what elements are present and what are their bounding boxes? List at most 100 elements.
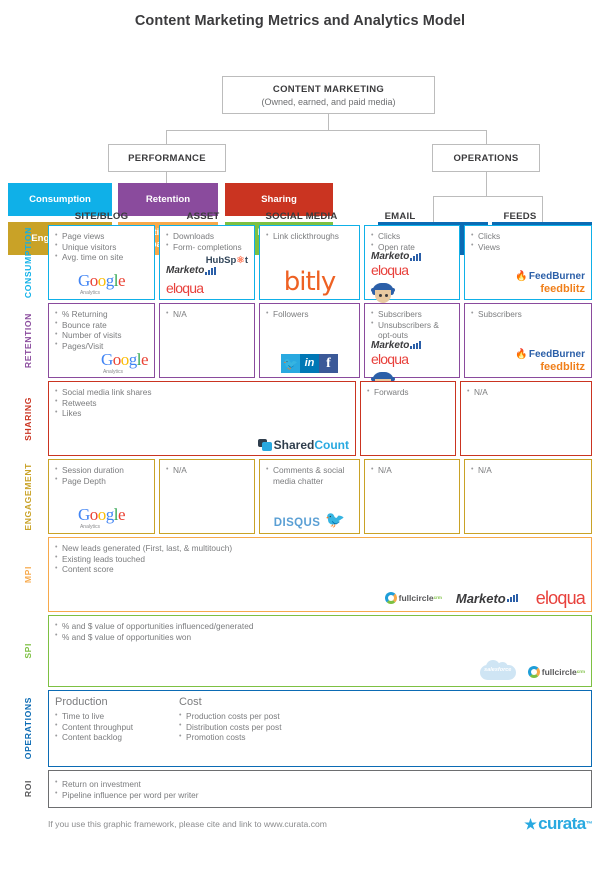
cell-mpi[interactable]: New leads generated (First, last, & mult… <box>48 537 592 612</box>
row-label-engagement-text: ENGAGEMENT <box>23 462 33 531</box>
page-title: Content Marketing Metrics and Analytics … <box>134 13 466 29</box>
row-label-mpi: MPI <box>8 537 48 612</box>
cell-roi[interactable]: Return on investment Pipeline influence … <box>48 770 592 808</box>
row-label-sharing: SHARING <box>8 381 48 456</box>
list-item: Downloads <box>166 231 248 242</box>
list-item: Content score <box>55 564 585 575</box>
list-item: Retweets <box>55 397 349 409</box>
column-header-social-media: SOCIAL MEDIA <box>265 211 338 222</box>
google-analytics-logo: Go o g l e Analytics <box>77 271 126 296</box>
list-item: Unique visitors <box>55 241 148 253</box>
list-item: N/A <box>467 387 585 398</box>
list-item: N/A <box>166 309 248 320</box>
eloqua-logo: eloqua <box>371 350 409 367</box>
cell-sharing-email[interactable]: Forwards <box>360 381 456 456</box>
logo-group: HubSp ⚛ t <box>166 254 248 266</box>
footer-citation-note: If you use this graphic framework, pleas… <box>48 819 327 829</box>
eloqua-logo: eloqua <box>535 588 586 608</box>
column-header-asset: ASSET <box>186 211 220 222</box>
google-analytics-logo: Go o g l e Analytics <box>77 505 126 530</box>
cell-consumption-email[interactable]: Clicks Open rate Marketo eloqua MailChim… <box>364 225 460 309</box>
cell-retention-email[interactable]: Subscribers Unsubscribers & opt-outs Mar… <box>364 303 460 397</box>
column-header-email: EMAIL <box>384 211 416 222</box>
cell-retention-site[interactable]: % Returning Bounce rate Number of visits… <box>48 303 155 378</box>
row-label-consumption-text: CONSUMPTION <box>23 226 33 299</box>
logo-group: Shared Count <box>55 439 349 451</box>
curata-wordmark: curata <box>538 814 586 833</box>
cell-spi[interactable]: % and $ value of opportunities influence… <box>48 615 592 687</box>
logo-group: 🔥 FeedBurner feedblitz <box>471 350 585 373</box>
cell-engagement-feeds[interactable]: N/A <box>464 459 592 534</box>
list-item: N/A <box>371 465 453 476</box>
list-item: Time to live <box>55 711 133 722</box>
connector-operations-down <box>486 172 487 196</box>
connector-performance-down <box>166 172 167 183</box>
matrix-row-roi: ROI Return on investment Pipeline influe… <box>8 770 592 808</box>
hubspot-logo: HubSp ⚛ t <box>205 254 248 266</box>
cell-consumption-social[interactable]: Link clickthroughs bitly <box>259 225 360 300</box>
cell-engagement-asset[interactable]: N/A <box>159 459 255 534</box>
fullcircle-logo: fullcircle crm <box>384 592 442 604</box>
list-item: Return on investment <box>55 778 585 790</box>
org-node-performance: PERFORMANCE <box>108 144 226 172</box>
list-item: Session duration <box>55 465 148 476</box>
logo-group: Marketo eloqua <box>166 266 248 295</box>
marketo-logo: Marketo <box>371 340 425 351</box>
marketo-logo: Marketo <box>371 252 425 262</box>
feedblitz-logo: feedblitz <box>540 361 585 373</box>
cell-engagement-site[interactable]: Session duration Page Depth GoogleAnalyt… <box>48 459 155 534</box>
cell-operations[interactable]: Production Time to live Content throughp… <box>48 690 592 767</box>
cell-consumption-asset[interactable]: Downloads Form- completions HubSp⚛t Mark… <box>159 225 255 300</box>
logo-group: Go o g l e Analytics <box>55 271 148 296</box>
list-item: Likes <box>55 408 349 419</box>
list-item: Subscribers <box>471 309 585 320</box>
org-node-content-marketing-subtitle: (Owned, earned, and paid media) <box>261 96 396 107</box>
list-item: Followers <box>266 309 353 320</box>
org-node-content-marketing: CONTENT MARKETING (Owned, earned, and pa… <box>222 76 435 114</box>
org-node-performance-label: PERFORMANCE <box>128 152 206 164</box>
logo-group: 🔥 FeedBurner feedblitz <box>471 272 585 295</box>
list-item: Page Depth <box>55 475 148 487</box>
twitter-icon: 🐦 <box>281 354 300 373</box>
cell-retention-asset[interactable]: N/A <box>159 303 255 378</box>
curata-logo[interactable]: ★ curata ™ <box>524 814 592 834</box>
list-item: % Returning <box>55 309 148 320</box>
list-item: Form- completions <box>166 241 248 253</box>
salesforce-logo: salesforce <box>479 660 516 682</box>
cell-sharing-merged[interactable]: Social media link shares Retweets Likes … <box>48 381 356 456</box>
operations-cost-column: Cost Production costs per post Distribut… <box>179 696 281 743</box>
logo-group: 🐦 in f <box>266 354 353 373</box>
row-label-engagement: ENGAGEMENT <box>8 459 48 534</box>
cell-retention-social[interactable]: Followers 🐦 in f <box>259 303 360 378</box>
list-item: Views <box>471 241 585 253</box>
star-icon: ★ <box>524 815 537 832</box>
list-item: Comments & social media chatter <box>266 464 353 486</box>
list-item: Distribution costs per post <box>179 721 281 733</box>
list-item: Pipeline influence per word per writer <box>55 789 585 801</box>
fullcircle-logo: fullcircle crm <box>527 666 585 678</box>
row-label-operations-text: OPERATIONS <box>23 697 33 760</box>
list-item: New leads generated (First, last, & mult… <box>55 543 585 554</box>
cell-consumption-site[interactable]: Page views Unique visitors Avg. time on … <box>48 225 155 300</box>
cell-consumption-feeds[interactable]: Clicks Views 🔥FeedBurner feedblitz <box>464 225 592 300</box>
facebook-icon: f <box>319 354 338 373</box>
list-item: Production costs per post <box>179 711 281 722</box>
row-label-spi: SPI <box>8 615 48 687</box>
feedblitz-logo: feedblitz <box>540 283 585 295</box>
connector-operations-bus <box>433 196 543 197</box>
list-item: % and $ value of opportunities won <box>55 631 585 643</box>
row-label-roi-text: ROI <box>23 780 33 798</box>
list-item: Bounce rate <box>55 319 148 331</box>
connector-root-down <box>328 114 329 130</box>
cell-retention-feeds[interactable]: Subscribers 🔥FeedBurner feedblitz <box>464 303 592 378</box>
cell-sharing-feeds[interactable]: N/A <box>460 381 592 456</box>
row-label-retention: RETENTION <box>8 303 48 378</box>
cell-engagement-email[interactable]: N/A <box>364 459 460 534</box>
feedburner-logo: 🔥 FeedBurner <box>515 349 585 360</box>
list-item: Promotion costs <box>179 732 281 743</box>
list-item: N/A <box>166 465 248 476</box>
matrix-row-mpi: MPI New leads generated (First, last, & … <box>8 537 592 612</box>
list-item: Content throughput <box>55 721 133 733</box>
list-item: Number of visits <box>55 330 148 341</box>
cell-engagement-social[interactable]: Comments & social media chatter DISQUS 🐦 <box>259 459 360 534</box>
